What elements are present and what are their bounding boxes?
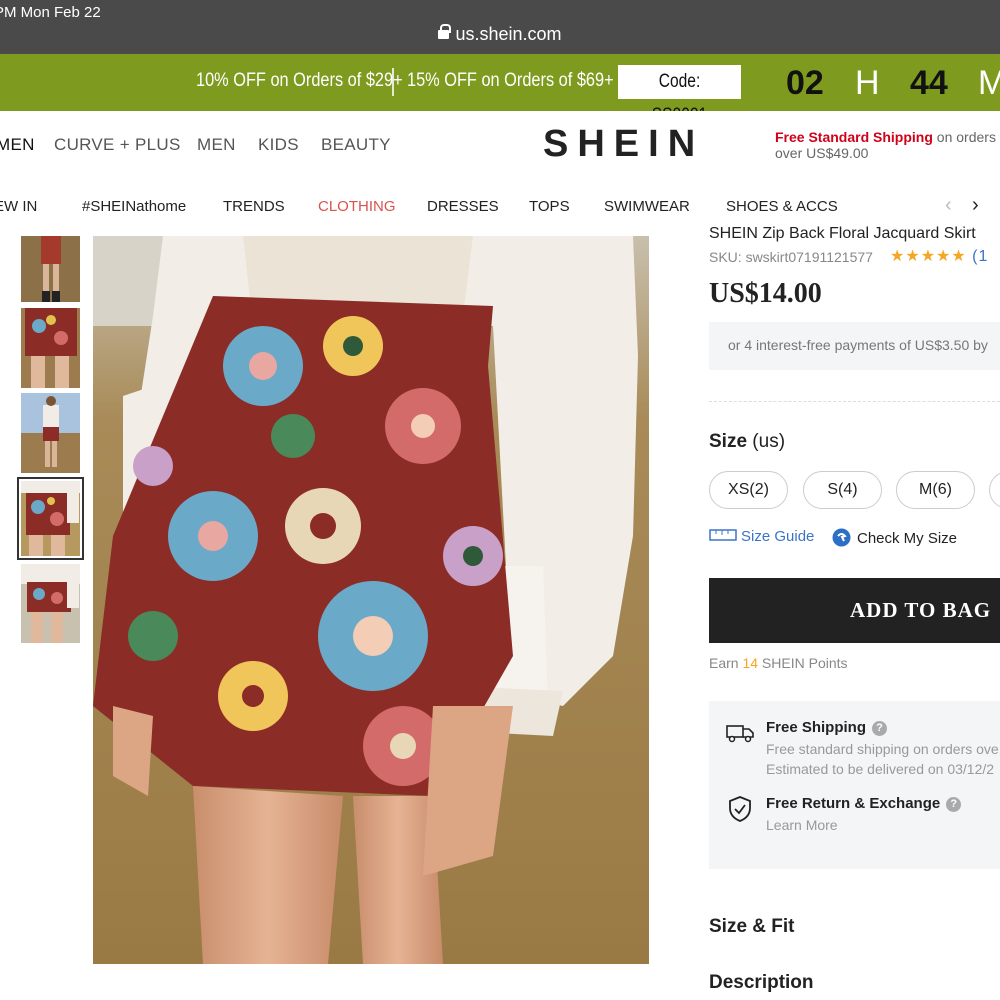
promo-offer-1: 10% OFF on Orders of $29+: [196, 70, 403, 91]
learn-more-link[interactable]: Learn More: [766, 817, 838, 833]
promo-divider: [392, 68, 394, 96]
description-section[interactable]: Description: [709, 972, 814, 994]
installment-info: or 4 interest-free payments of US$3.50 b…: [709, 322, 1000, 370]
nav-men[interactable]: MEN: [197, 135, 236, 155]
nav-kids[interactable]: KIDS: [258, 135, 299, 155]
star-icons: ★★★★★: [890, 248, 967, 265]
help-icon[interactable]: ?: [946, 797, 962, 812]
thumbnail-4-selected[interactable]: [17, 477, 84, 560]
points-suffix: SHEIN Points: [758, 655, 848, 671]
thumbnail-3[interactable]: [21, 393, 80, 473]
size-option-xs[interactable]: XS(2): [709, 471, 788, 509]
shipping-notice: Free Standard Shipping on orders over US…: [775, 129, 996, 161]
size-option-partial[interactable]: [989, 471, 1000, 509]
cat-clothing[interactable]: CLOTHING: [318, 198, 396, 215]
promo-banner[interactable]: 10% OFF on Orders of $29+ 15% OFF on Ord…: [0, 54, 1000, 126]
thumbnail-2[interactable]: [21, 308, 80, 388]
main-product-image[interactable]: [93, 236, 649, 964]
shipping-info-box: Free Shipping? Free standard shipping on…: [709, 701, 1000, 869]
thumbnail-1[interactable]: [21, 236, 80, 302]
help-icon[interactable]: ?: [872, 721, 888, 736]
free-return-title: Free Return & Exchange?: [766, 795, 962, 812]
cat-tops[interactable]: TOPS: [529, 198, 570, 215]
countdown-timer: 02: [786, 64, 824, 103]
product-price: US$14.00: [709, 278, 822, 309]
cat-swimwear[interactable]: SWIMWEAR: [604, 198, 690, 215]
size-fit-section[interactable]: Size & Fit: [709, 916, 795, 938]
chevron-right-icon[interactable]: ›: [972, 194, 979, 217]
size-unit: (us): [747, 431, 786, 452]
product-title: SHEIN Zip Back Floral Jacquard Skirt: [709, 225, 976, 242]
product-sku: SKU: swskirt07191121577: [709, 249, 873, 265]
size-option-s[interactable]: S(4): [803, 471, 882, 509]
cat-sheinathome[interactable]: #SHEINathome: [82, 198, 186, 215]
shipping-rest: on orders: [932, 129, 996, 145]
timer-minutes-unit: M: [978, 64, 1000, 102]
lock-icon: [438, 24, 452, 39]
cat-dresses[interactable]: DRESSES: [427, 198, 499, 215]
free-shipping-line2: Estimated to be delivered on 03/12/2: [766, 761, 995, 777]
truck-icon: [726, 725, 754, 743]
cat-shoes-accs[interactable]: SHOES & ACCS: [726, 198, 838, 215]
check-size-text: Check My Size: [857, 530, 958, 547]
timer-hours-unit: H: [855, 64, 880, 102]
points-value: 14: [742, 655, 759, 671]
free-return-text: Free Return & Exchange: [766, 795, 941, 812]
shein-logo[interactable]: SHEIN: [543, 123, 704, 166]
chevron-left-icon[interactable]: ‹: [945, 194, 952, 217]
url-text: us.shein.com: [455, 24, 562, 44]
timer-hours: 02: [786, 64, 824, 102]
divider: [709, 401, 1000, 402]
free-shipping-text: Free Shipping: [766, 719, 867, 736]
promo-offer-2: 15% OFF on Orders of $69+: [407, 70, 614, 91]
nav-women[interactable]: MEN: [0, 135, 35, 155]
free-shipping-line1: Free standard shipping on orders ove: [766, 741, 999, 757]
shield-icon: [729, 796, 751, 822]
promo-code: Code: SS2021: [618, 65, 741, 126]
status-bar: PM Mon Feb 22 us.shein.com: [0, 0, 1000, 54]
free-shipping-title: Free Shipping?: [766, 719, 888, 736]
timer-minutes: 44: [910, 64, 948, 102]
check-my-size-link[interactable]: Check My Size: [832, 528, 957, 547]
shipping-line2: over US$49.00: [775, 145, 869, 161]
review-count[interactable]: (1: [972, 248, 988, 265]
check-size-icon: [832, 528, 851, 547]
size-option-m[interactable]: M(6): [896, 471, 975, 509]
url-bar[interactable]: us.shein.com: [0, 24, 1000, 45]
ruler-icon: [709, 529, 737, 541]
cat-new-in[interactable]: EW IN: [0, 198, 37, 215]
size-label: Size (us): [709, 431, 785, 453]
site-header: MEN CURVE + PLUS MEN KIDS BEAUTY SHEIN F…: [0, 111, 1000, 176]
points-prefix: Earn: [709, 655, 743, 671]
nav-curve-plus[interactable]: CURVE + PLUS: [54, 135, 181, 155]
status-time: PM Mon Feb 22: [0, 4, 101, 21]
thumbnail-5[interactable]: [21, 564, 80, 643]
size-guide-link[interactable]: Size Guide: [709, 528, 814, 545]
cat-trends[interactable]: TRENDS: [223, 198, 285, 215]
rating-stars[interactable]: ★★★★★ (1: [890, 246, 988, 266]
shipping-highlight: Free Standard Shipping: [775, 129, 933, 145]
add-to-bag-button[interactable]: ADD TO BAG: [709, 578, 1000, 643]
nav-beauty[interactable]: BEAUTY: [321, 135, 391, 155]
points-info: Earn 14 SHEIN Points: [709, 655, 848, 671]
size-guide-text: Size Guide: [741, 528, 815, 545]
size-label-text: Size: [709, 431, 748, 452]
